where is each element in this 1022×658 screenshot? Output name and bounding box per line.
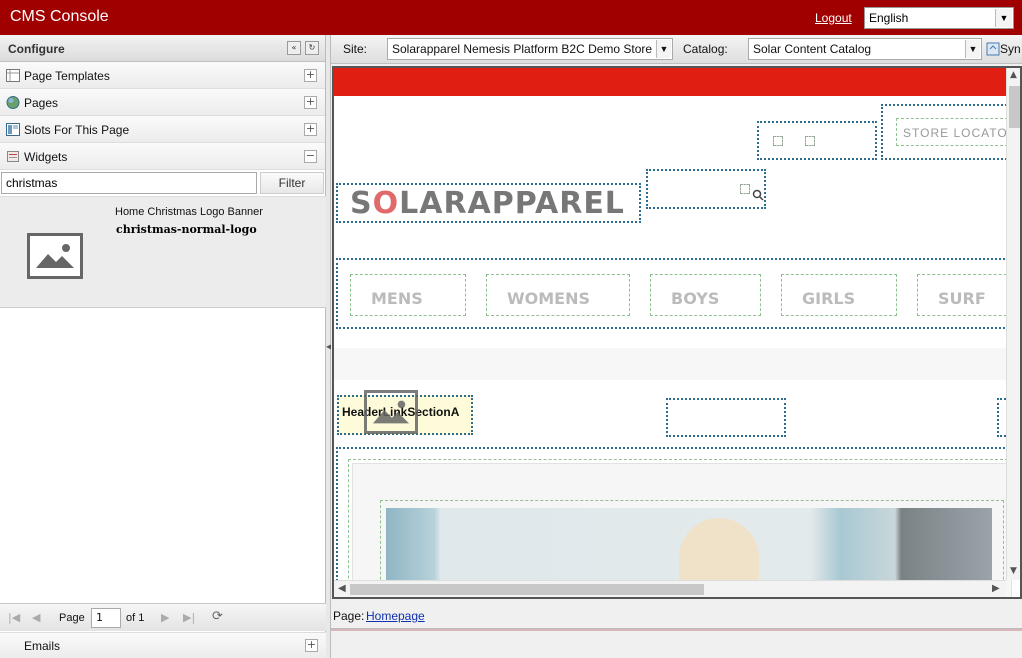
slot-header-middle[interactable] [666,398,786,437]
slot-utility-icons[interactable] [757,121,877,160]
page-template-icon [6,69,20,82]
store-top-bar [334,68,1006,96]
catalog-value: Solar Content Catalog [753,42,872,56]
nav-item-womens[interactable]: WOMENS [486,274,630,316]
accordion-pages[interactable]: Pages + [0,89,325,116]
accordion-label: Pages [24,96,59,110]
globe-icon [6,96,20,109]
image-placeholder-icon [27,233,83,279]
widget-search-input[interactable]: christmas [1,172,257,194]
site-value: Solarapparel Nemesis Platform B2C Demo S… [392,42,653,56]
sync-button[interactable]: Syn [986,42,1021,56]
scroll-up-icon[interactable]: ▲ [1010,70,1017,80]
slot-search-box[interactable] [646,169,766,209]
expand-icon[interactable]: + [304,69,317,82]
top-bar: CMS Console Logout English ▼ [0,0,1022,35]
configure-header: Configure « ↻ [0,35,325,62]
accordion-label: Emails [24,639,61,653]
catalog-label: Catalog: [683,42,728,56]
language-value: English [869,11,909,25]
page-label: Page [59,612,85,624]
accordion-emails[interactable]: Emails + [0,632,326,658]
widget-name: Home Christmas Logo Banner [115,206,263,218]
homepage-link[interactable]: Homepage [366,609,425,623]
slot-header-link-section[interactable]: HeaderLinkSectionA [337,390,473,435]
collapse-icon[interactable]: − [304,150,317,163]
scroll-thumb[interactable] [1009,86,1020,128]
collapse-panel-icon[interactable]: « [287,41,301,55]
scroll-right-icon[interactable]: ▶ [992,583,1000,594]
prev-page-icon[interactable]: ◀ [32,611,40,624]
filter-button[interactable]: Filter [260,172,324,194]
widget-result-card[interactable]: Home Christmas Logo Banner christmas-nor… [0,196,326,308]
chevron-down-icon[interactable]: ▼ [995,9,1012,27]
refresh-panel-icon[interactable]: ↻ [305,41,319,55]
widget-id: christmas-normal-logo [116,223,257,236]
scroll-down-icon[interactable]: ▼ [1010,566,1017,576]
chevron-down-icon[interactable]: ▼ [656,40,671,58]
widget-search-row: christmas Filter [0,170,325,198]
page-status-bar: Page: Homepage [331,605,1022,629]
expand-icon[interactable]: + [304,123,317,136]
configure-panel: Configure « ↻ Page Templates + Pages + S… [0,35,326,658]
sync-label: Syn [1000,42,1021,56]
first-page-icon[interactable]: |◀ [8,611,20,624]
horizontal-scrollbar[interactable]: ◀ ▶ [334,580,1006,597]
sync-icon [986,42,1000,56]
placeholder-icon [740,184,750,194]
nav-item-surf[interactable]: SURF [917,274,1017,316]
site-select[interactable]: Solarapparel Nemesis Platform B2C Demo S… [387,38,673,60]
accordion-widgets[interactable]: Widgets − [0,143,325,170]
pagination-bar: |◀ ◀ Page 1 of 1 ▶ ▶| ⟳ [0,603,326,631]
hero-image-subject [679,518,759,588]
last-page-icon[interactable]: ▶| [183,611,195,624]
preview-panel: Site: Solarapparel Nemesis Platform B2C … [331,35,1022,658]
page-number-input[interactable]: 1 [91,608,121,628]
logo-letter-o: O [372,186,400,221]
next-page-icon[interactable]: ▶ [161,611,169,624]
site-toolbar: Site: Solarapparel Nemesis Platform B2C … [331,35,1022,64]
nav-item-mens[interactable]: MENS [350,274,466,316]
accordion-label: Page Templates [24,69,110,83]
expand-icon[interactable]: + [304,96,317,109]
vertical-scrollbar[interactable]: ▲ ▼ [1006,68,1020,580]
chevron-down-icon[interactable]: ▼ [965,40,980,58]
page-count: of 1 [126,612,145,624]
page-label: Page: [333,609,365,623]
accordion-label: Slots For This Page [24,123,130,137]
site-logo[interactable]: SOLARAPPAREL [350,186,625,221]
spacer-band [334,348,1006,380]
scroll-thumb[interactable] [350,584,704,595]
logo-letter: S [350,186,373,221]
page-preview[interactable]: STORE LOCATOR SOLARAPPAREL MENS WOMENS B… [332,66,1022,599]
accordion-page-templates[interactable]: Page Templates + [0,62,325,89]
refresh-icon[interactable]: ⟳ [212,609,223,624]
site-label: Site: [343,42,368,56]
image-placeholder-icon [364,390,418,434]
slots-icon [6,123,20,136]
scroll-left-icon[interactable]: ◀ [338,583,346,594]
nav-item-boys[interactable]: BOYS [650,274,761,316]
configure-title: Configure [8,42,65,56]
logout-link[interactable]: Logout [815,11,852,25]
store-locator-link[interactable]: STORE LOCATOR [896,118,1008,146]
logo-text: LARAPPAREL [399,186,625,221]
placeholder-icon [773,136,783,146]
accordion-label: Widgets [24,150,68,164]
search-icon[interactable] [752,189,764,201]
divider [331,629,1022,631]
placeholder-icon [805,136,815,146]
expand-icon[interactable]: + [305,639,318,652]
widget-icon [7,151,19,162]
nav-item-girls[interactable]: GIRLS [781,274,897,316]
language-select[interactable]: English ▼ [864,7,1014,29]
accordion-slots[interactable]: Slots For This Page + [0,116,325,143]
app-title: CMS Console [10,8,109,25]
catalog-select[interactable]: Solar Content Catalog ▼ [748,38,982,60]
